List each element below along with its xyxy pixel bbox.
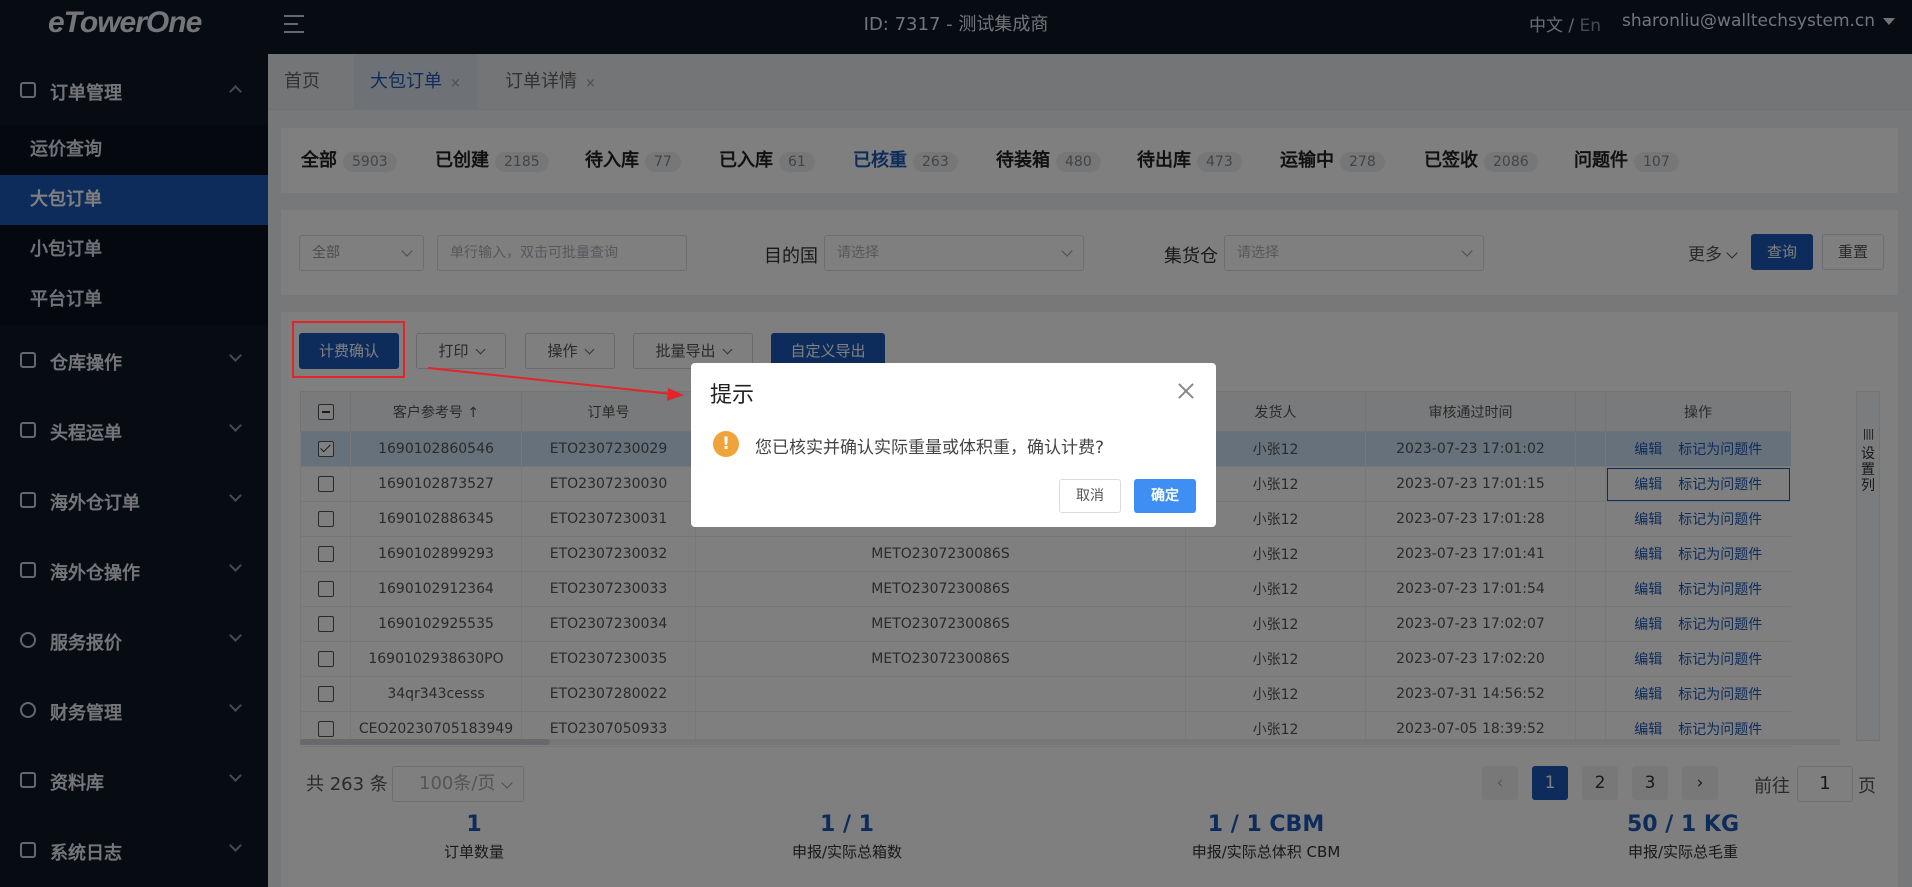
- warning-icon: !: [713, 431, 739, 457]
- confirm-button[interactable]: 确定: [1134, 479, 1196, 513]
- cancel-button[interactable]: 取消: [1059, 479, 1121, 513]
- dialog-title: 提示: [710, 383, 755, 408]
- confirm-dialog: 提示 ! 您已核实并确认实际重量或体积重，确认计费? 取消 确定: [691, 363, 1216, 527]
- close-icon[interactable]: [1178, 383, 1194, 399]
- dialog-message: 您已核实并确认实际重量或体积重，确认计费?: [755, 438, 1105, 458]
- highlight-box: [292, 321, 405, 378]
